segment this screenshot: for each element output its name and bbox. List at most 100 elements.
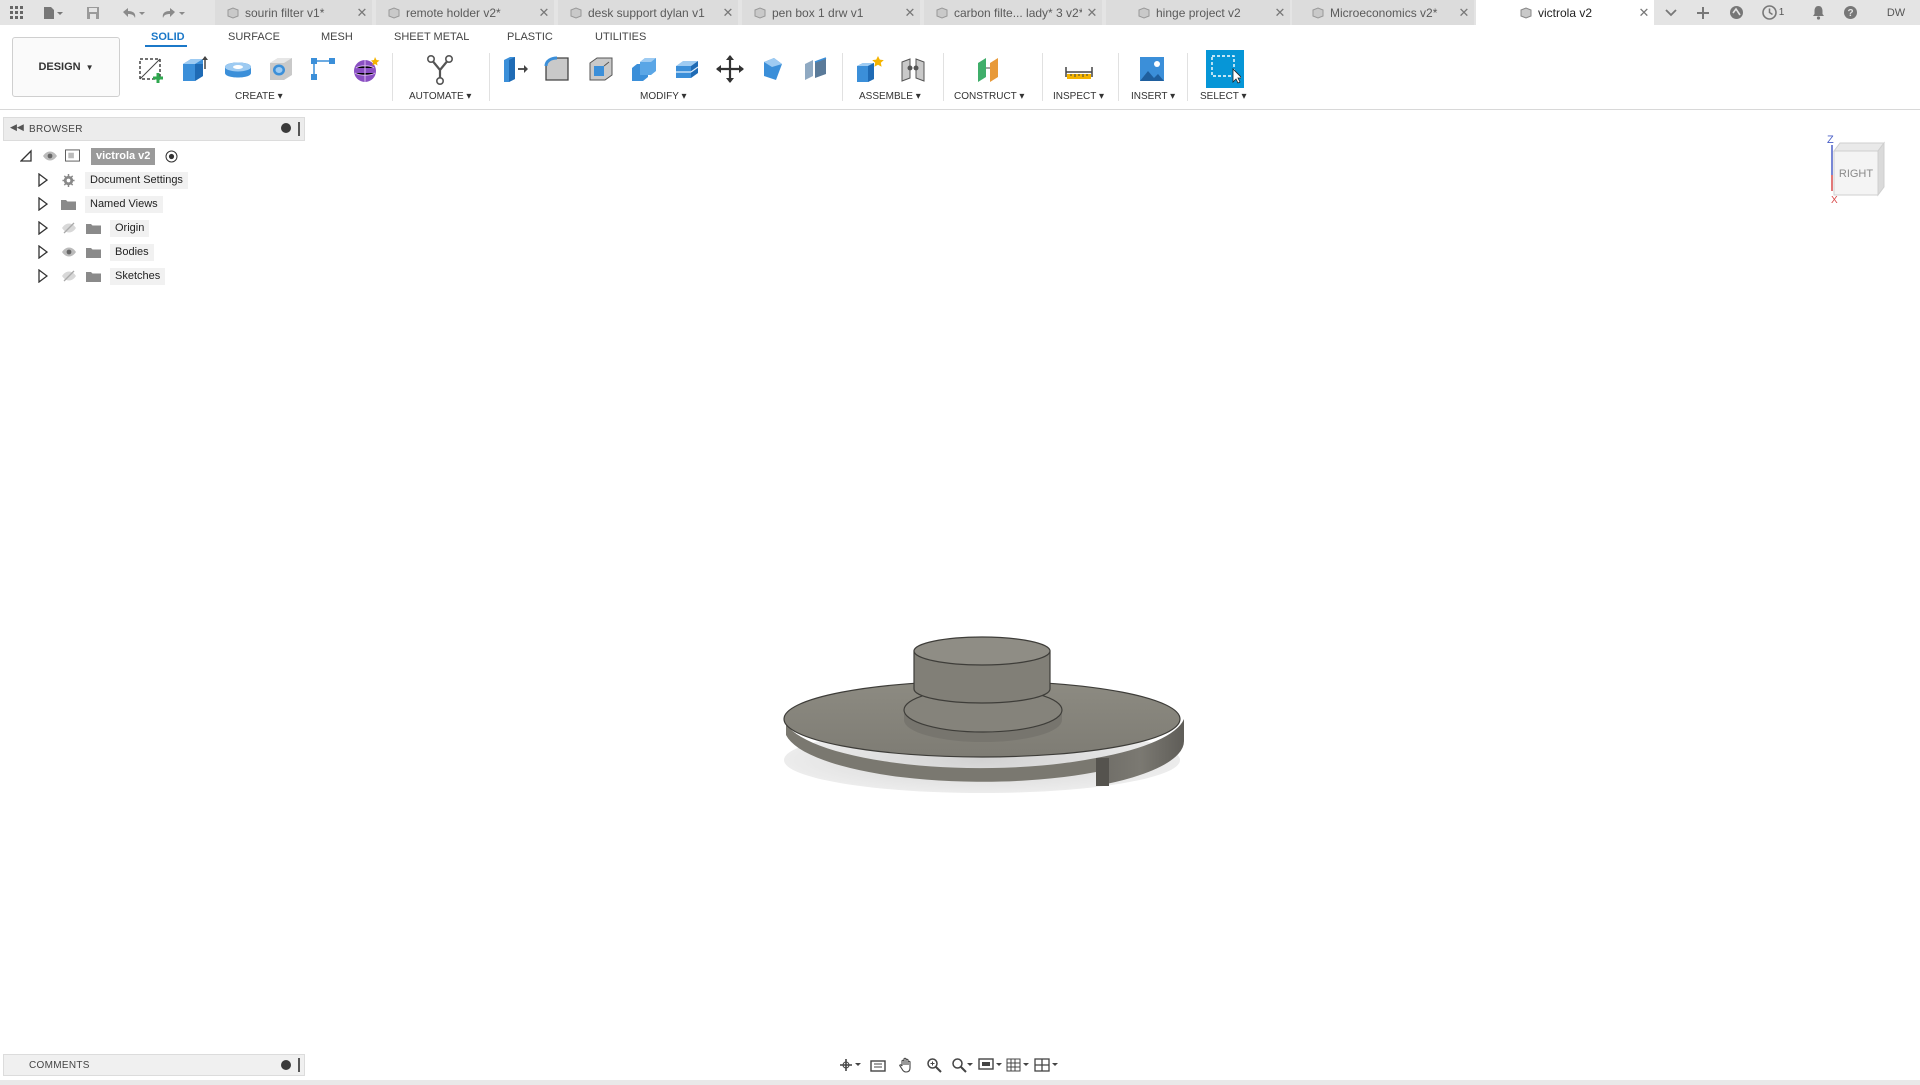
tree-item-origin[interactable]: Origin (0, 218, 300, 238)
select-tool-icon[interactable] (1206, 50, 1244, 88)
zoom-icon[interactable] (922, 1055, 946, 1075)
expand-triangle-icon[interactable] (38, 173, 48, 187)
tab-close-icon[interactable]: ✕ (900, 5, 920, 21)
tab-close-icon[interactable]: ✕ (352, 5, 372, 21)
modify-menu[interactable]: MODIFY ▾ (640, 91, 687, 102)
activate-radio-icon[interactable] (165, 150, 178, 163)
tab-close-icon[interactable]: ✕ (1634, 5, 1654, 21)
panel-pin-icon[interactable] (281, 1060, 291, 1070)
inspect-label: INSPECT (1053, 91, 1097, 102)
construct-menu[interactable]: CONSTRUCT ▾ (954, 91, 1024, 102)
tab-carbon-filter[interactable]: carbon filte... lady* 3 v2* ✕ (924, 0, 1102, 25)
tab-plastic[interactable]: PLASTIC (507, 31, 553, 43)
comments-panel-header[interactable]: COMMENTS (3, 1054, 305, 1076)
select-menu[interactable]: SELECT ▾ (1200, 91, 1247, 102)
job-status-icon[interactable]: 1 (1756, 0, 1790, 25)
display-settings-icon[interactable] (978, 1055, 1002, 1075)
combine-icon[interactable] (627, 52, 661, 86)
tab-solid[interactable]: SOLID (151, 31, 185, 43)
expand-triangle-icon[interactable] (38, 269, 48, 283)
automate-icon[interactable] (423, 52, 457, 86)
insert-image-icon[interactable] (1135, 52, 1169, 86)
tab-hinge-project[interactable]: hinge project v2 ✕ (1106, 0, 1290, 25)
tab-desk-support[interactable]: desk support dylan v1 ✕ (558, 0, 738, 25)
move-copy-icon[interactable] (713, 52, 747, 86)
offset-face-icon[interactable] (670, 52, 704, 86)
tab-remote-holder[interactable]: remote holder v2* ✕ (376, 0, 554, 25)
expand-triangle-icon[interactable] (38, 245, 48, 259)
folder-icon (61, 200, 76, 210)
visibility-eye-icon[interactable] (61, 246, 77, 258)
tab-close-icon[interactable]: ✕ (534, 5, 554, 21)
fillet-icon[interactable] (540, 52, 574, 86)
tree-item-bodies[interactable]: Bodies (0, 242, 300, 262)
tab-close-icon[interactable]: ✕ (1082, 5, 1102, 21)
hidden-eye-icon[interactable] (61, 270, 77, 282)
revolve-icon[interactable] (221, 52, 255, 86)
pattern-icon[interactable] (306, 52, 340, 86)
offset-plane-icon[interactable] (972, 52, 1006, 86)
shell-icon[interactable] (584, 52, 618, 86)
tree-item-named-views[interactable]: Named Views (0, 194, 300, 214)
orbit-icon[interactable] (838, 1055, 862, 1075)
tree-item-sketches[interactable]: Sketches (0, 266, 300, 286)
tab-surface[interactable]: SURFACE (228, 31, 280, 43)
save-icon[interactable] (82, 0, 104, 25)
tab-close-icon[interactable]: ✕ (718, 5, 738, 21)
hidden-eye-icon[interactable] (61, 222, 77, 234)
tab-utilities[interactable]: UTILITIES (595, 31, 646, 43)
notifications-bell-icon[interactable] (1806, 0, 1830, 25)
grid-settings-icon[interactable] (1006, 1055, 1030, 1075)
tab-pen-box[interactable]: pen box 1 drw v1 ✕ (742, 0, 920, 25)
user-avatar[interactable]: DW (1880, 0, 1912, 25)
press-pull-icon[interactable] (497, 52, 531, 86)
undo-icon[interactable] (116, 0, 150, 25)
tab-close-icon[interactable]: ✕ (1270, 5, 1290, 21)
viewports-icon[interactable] (1034, 1055, 1058, 1075)
extrude-icon[interactable] (177, 52, 211, 86)
assemble-menu[interactable]: ASSEMBLE ▾ (859, 91, 921, 102)
align-icon[interactable] (756, 52, 790, 86)
tab-overflow-chevron-icon[interactable] (1658, 0, 1684, 25)
tab-victrola[interactable]: victrola v2 ✕ (1476, 0, 1654, 25)
turntable-model[interactable] (783, 636, 1185, 793)
panel-resize-handle[interactable] (298, 122, 300, 136)
inspect-menu[interactable]: INSPECT ▾ (1053, 91, 1104, 102)
measure-icon[interactable] (1062, 52, 1096, 86)
zoom-window-icon[interactable] (950, 1055, 974, 1075)
help-icon[interactable]: ? (1838, 0, 1862, 25)
app-grid-icon[interactable] (4, 0, 28, 25)
workspace-switcher-button[interactable]: DESIGN ▼ (12, 37, 120, 97)
visibility-eye-icon[interactable] (42, 150, 58, 162)
hole-icon[interactable] (264, 52, 298, 86)
new-component-icon[interactable] (852, 52, 886, 86)
tree-item-document-settings[interactable]: Document Settings (0, 170, 300, 190)
file-menu-icon[interactable] (36, 0, 70, 25)
automate-menu[interactable]: AUTOMATE ▾ (409, 91, 471, 102)
panel-resize-handle[interactable] (298, 1058, 300, 1072)
expand-triangle-icon[interactable] (38, 221, 48, 235)
panel-pin-icon[interactable] (281, 123, 291, 133)
tab-label: sourin filter v1* (245, 5, 325, 20)
tab-close-icon[interactable]: ✕ (1454, 5, 1474, 21)
tab-sheet-metal[interactable]: SHEET METAL (394, 31, 469, 43)
tree-root-row[interactable]: victrola v2 (0, 146, 300, 166)
create-menu[interactable]: CREATE ▾ (235, 91, 283, 102)
pan-hand-icon[interactable] (894, 1055, 918, 1075)
tab-microeconomics[interactable]: Microeconomics v2* ✕ (1292, 0, 1474, 25)
new-tab-plus-icon[interactable] (1690, 0, 1716, 25)
create-sketch-icon[interactable] (135, 52, 169, 86)
joint-icon[interactable] (896, 52, 930, 86)
collapse-panel-icon[interactable]: ◀◀ (10, 122, 24, 133)
tab-sourin-filter[interactable]: sourin filter v1* ✕ (215, 0, 372, 25)
expand-triangle-icon[interactable] (38, 197, 48, 211)
extensions-icon[interactable] (1724, 0, 1748, 25)
view-cube[interactable]: Z X RIGHT (1820, 131, 1900, 221)
form-icon[interactable] (349, 52, 383, 86)
collapse-triangle-icon[interactable] (20, 149, 32, 163)
split-body-icon[interactable] (799, 52, 833, 86)
insert-menu[interactable]: INSERT ▾ (1131, 91, 1175, 102)
tab-mesh[interactable]: MESH (321, 31, 353, 43)
look-at-icon[interactable] (866, 1055, 890, 1075)
redo-icon[interactable] (156, 0, 190, 25)
